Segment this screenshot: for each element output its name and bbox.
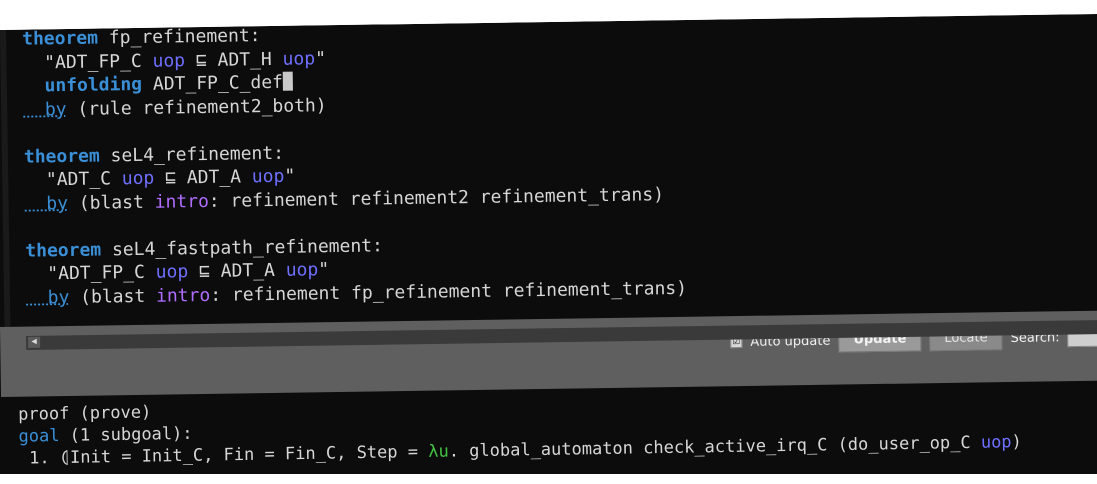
code-text: ⊑ ADT_A [188, 259, 286, 283]
code-text: (rule refinement2_both) [66, 94, 327, 120]
code-area[interactable]: theorem fp_refinement: "ADT_FP_C uop ⊑ A… [22, 18, 687, 310]
intro-keyword: intro [154, 190, 209, 213]
code-text: seL4_fastpath_refinement: [101, 234, 384, 261]
keyword: by [24, 192, 69, 215]
keyword: theorem [25, 239, 102, 262]
variable: uop [282, 47, 316, 70]
keyword: theorem [22, 27, 99, 50]
code-text: " [284, 165, 296, 187]
code-text: "ADT_C [24, 168, 122, 191]
theory-editor[interactable]: theorem fp_refinement: "ADT_FP_C uop ⊑ A… [0, 14, 1097, 333]
goal-keyword: goal [18, 426, 60, 447]
code-text: ⊑ ADT_H [184, 48, 283, 71]
variable: uop [285, 259, 319, 281]
text-cursor [282, 71, 294, 91]
variable: uop [155, 261, 189, 283]
code-text: "ADT_FP_C [22, 50, 153, 74]
code-text: seL4_refinement: [99, 142, 285, 167]
code-text: fp_refinement: [97, 25, 261, 49]
keyword: theorem [23, 145, 100, 168]
keyword: by [23, 98, 67, 121]
code-text: "ADT_FP_C [25, 261, 156, 285]
output-text: 1. ⦇Init = Init_C, Fin = Fin_C, Step = [18, 441, 429, 469]
screen: theorem fp_refinement: "ADT_FP_C uop ⊑ A… [0, 14, 1097, 474]
output-text: (1 subgoal): [59, 423, 193, 447]
scroll-left-icon[interactable]: ◀ [28, 336, 41, 348]
lambda-term: λu [428, 441, 449, 462]
intro-keyword: intro [155, 284, 211, 307]
keyword: by [25, 286, 70, 309]
code-text: (blast [67, 191, 155, 214]
output-text: ) [1011, 432, 1023, 453]
variable: uop [980, 432, 1012, 453]
output-panel[interactable]: proof (prove) goal (1 subgoal): 1. ⦇Init… [0, 386, 1097, 474]
variable: uop [121, 167, 155, 190]
keyword: unfolding [22, 73, 143, 97]
code-text: (blast [69, 285, 157, 308]
code-text: ADT_FP_C_def [141, 71, 284, 95]
variable: uop [251, 165, 285, 188]
variable: uop [152, 49, 186, 72]
code-text: " [314, 47, 327, 69]
code-text: " [318, 259, 330, 281]
editor-gutter [0, 27, 11, 328]
code-text: ⊑ ADT_A [154, 166, 252, 189]
